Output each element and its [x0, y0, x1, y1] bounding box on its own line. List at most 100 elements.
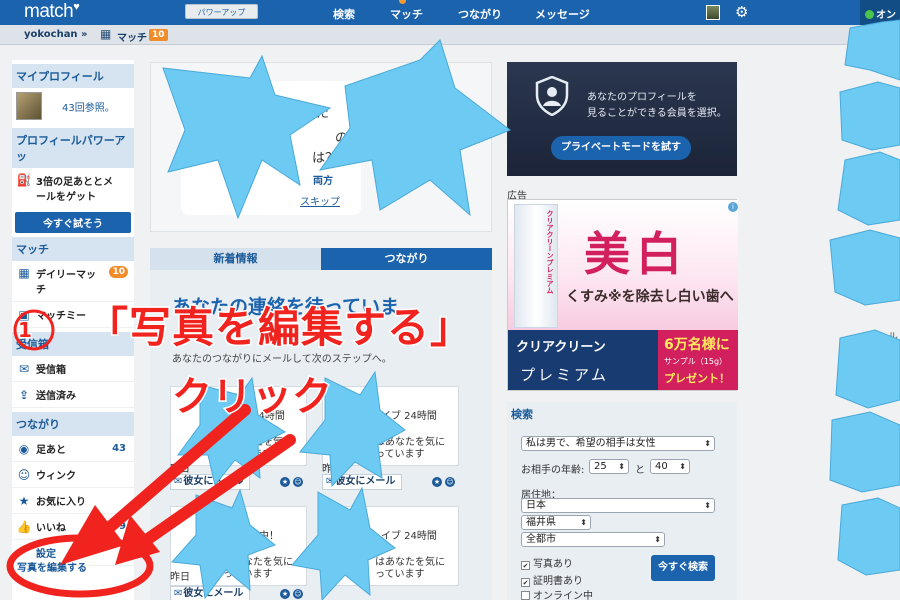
id-verified-checkbox[interactable]: ✔ 証明書あり [521, 572, 583, 587]
ad-sample-size: サンプル（15g） [664, 357, 728, 366]
card-message: っています [223, 569, 273, 580]
email-her-button[interactable]: ✉彼女にメール [322, 474, 402, 490]
age-to-select[interactable]: 40 ⬍ [650, 459, 690, 474]
nav-search[interactable]: 検索 [333, 6, 355, 22]
connection-card[interactable]: イブ 24時間 はあなたを気に っています [322, 506, 459, 586]
card-message: っています [375, 449, 425, 460]
nav-messages[interactable]: メッセージ [535, 6, 590, 22]
quick-search-panel: 検索 私は男で、希望の相手は女性 ⬍ お相手の年齢: 25 ⬍ と 40 ⬍ 居住地：… [507, 402, 737, 600]
search-now-button[interactable]: 今すぐ検索 [651, 555, 715, 581]
card-title: ライン中！ [229, 531, 279, 542]
card-time: 昨日 [170, 572, 190, 583]
star-icon[interactable]: ★ [280, 477, 290, 487]
profile-photo[interactable] [16, 92, 42, 120]
annotation-number: 1 [17, 317, 34, 344]
wink-icon: ☺ [17, 467, 31, 482]
secondary-bar: yokochan » ▦ マッチ 10 [0, 25, 900, 45]
match-logo[interactable]: match♥ [24, 1, 80, 23]
sidebar-item-sent[interactable]: ⇪ 送信済み [12, 382, 134, 408]
nav-match[interactable]: マッチ [390, 6, 423, 22]
tab-connections[interactable]: つながり [321, 248, 492, 270]
powerup-heading: プロフィールパワーアッ [12, 128, 134, 168]
star-icon[interactable]: ★ [432, 477, 442, 487]
private-mode-promo[interactable]: あなたのプロフィールを 見ることができる会員を選択。 プライベートモードを試す [507, 62, 737, 176]
city-select[interactable]: 全都市 ⬍ [521, 532, 665, 547]
user-avatar[interactable] [706, 5, 720, 20]
connection-card[interactable]: イブ 24時間 はあなたを気に っています [322, 386, 459, 466]
chevron-down-icon: ⬍ [679, 462, 686, 471]
privacy-sticker [829, 229, 900, 306]
private-mode-line1: あなたのプロフィールを [587, 92, 697, 103]
country-select[interactable]: 日本 ⬍ [521, 498, 715, 513]
check-icon: ✔ [521, 561, 530, 570]
online-chat-tab[interactable]: オン [860, 0, 900, 25]
chat-bubble-icon [865, 10, 874, 19]
connections-heading: つながり [12, 412, 134, 436]
ad-info-icon[interactable]: i [728, 202, 738, 212]
annotation-click: クリック [171, 373, 334, 422]
calendar-icon: ▦ [100, 27, 112, 41]
match-link[interactable]: マッチ [117, 29, 147, 44]
ad-banner[interactable]: クリアクリーンプレミアム 美白 くすみ※を除去し白い歯へ i クリアクリーン プ… [507, 199, 738, 391]
card-message: っています [223, 449, 273, 460]
daily-match-label: デイリーマッチ [36, 270, 96, 296]
age-to-label: と [635, 465, 645, 476]
question-text-2: の [335, 131, 349, 146]
privacy-sticker [837, 151, 900, 226]
prefecture-select[interactable]: 福井県 ⬍ [521, 515, 591, 530]
sidebar-item-inbox[interactable]: ✉ 受信箱 [12, 356, 134, 382]
toothpaste-label: クリアクリーンプレミアム [546, 210, 554, 294]
wink-icon[interactable]: ☺ [293, 477, 303, 487]
answer-both-button[interactable]: 両方 [313, 172, 333, 187]
chevron-down-icon: ⬍ [654, 535, 661, 544]
sidebar-item-footprints[interactable]: ◉ 足あと 43 [12, 436, 134, 462]
private-mode-line2: 見ることができる会員を選択。 [587, 108, 727, 119]
try-now-button[interactable]: 今すぐ試そう [15, 212, 131, 233]
nav-connections[interactable]: つながり [458, 6, 502, 22]
footprints-count: 43 [112, 443, 126, 454]
chevron-down-icon: ⬍ [580, 518, 587, 527]
powerup-promo[interactable]: ⛽ 3倍の足あととメ ールをゲット [12, 168, 134, 208]
gear-icon[interactable]: ⚙ [735, 3, 748, 21]
email-her-button[interactable]: ✉彼女にメール [170, 474, 250, 490]
privacy-sticker [829, 411, 900, 493]
photo-checkbox[interactable]: ✔ 写真あり [521, 555, 573, 570]
footprints-label: 足あと [36, 445, 66, 456]
age-from-select[interactable]: 25 ⬍ [589, 459, 629, 474]
edit-photo-link[interactable]: 写真を編集する [17, 559, 87, 574]
online-checkbox[interactable]: オンライン中 [521, 587, 593, 600]
card-message: っています [375, 569, 425, 580]
wink-icon[interactable]: ☺ [445, 477, 455, 487]
sidebar-item-likes[interactable]: 👍 いいね 9 [12, 514, 134, 540]
star-icon: ★ [18, 493, 30, 508]
sidebar-item-favorites[interactable]: ★ お気に入り [12, 488, 134, 514]
sidebar-item-wink[interactable]: ☺ ウィンク [12, 462, 134, 488]
inbox-label: 受信箱 [36, 365, 66, 376]
eye-icon: ◉ [18, 441, 30, 456]
ad-sample-section: 6万名様に サンプル（15g） プレゼント！ [658, 330, 738, 390]
try-private-mode-button[interactable]: プライベートモードを試す [551, 136, 691, 160]
email-her-button[interactable]: ✉彼女にメール [170, 586, 250, 600]
likes-label: いいね [36, 523, 66, 534]
profile-views[interactable]: 43回参照。 [62, 99, 115, 114]
daily-match-badge: 10 [109, 266, 128, 278]
wink-icon[interactable]: ☺ [293, 589, 303, 599]
check-icon: ✔ [521, 578, 530, 587]
profile-row[interactable]: 43回参照。 [12, 88, 134, 124]
heart-icon: ♥ [73, 1, 80, 13]
connection-card[interactable]: ライン中！ はあなたを気に っています [170, 506, 307, 586]
thumbs-up-icon: 👍 [16, 519, 32, 534]
match-heading: マッチ [12, 237, 134, 261]
feed-tabs: 新着情報 つながり [150, 248, 492, 270]
sent-label: 送信済み [36, 391, 76, 402]
username-link[interactable]: yokochan » [24, 29, 88, 40]
powerup-promo-text: 3倍の足あととメ ールをゲット [36, 177, 113, 203]
powerup-button[interactable]: パワーアップ [185, 4, 258, 19]
gender-select[interactable]: 私は男で、希望の相手は女性 ⬍ [521, 436, 715, 451]
notification-dot [399, 0, 406, 4]
tab-new-info[interactable]: 新着情報 [150, 248, 321, 270]
star-icon[interactable]: ★ [280, 589, 290, 599]
skip-link[interactable]: スキップ [300, 193, 340, 208]
ad-headline: 美白 [584, 227, 688, 281]
privacy-sticker [839, 81, 900, 151]
